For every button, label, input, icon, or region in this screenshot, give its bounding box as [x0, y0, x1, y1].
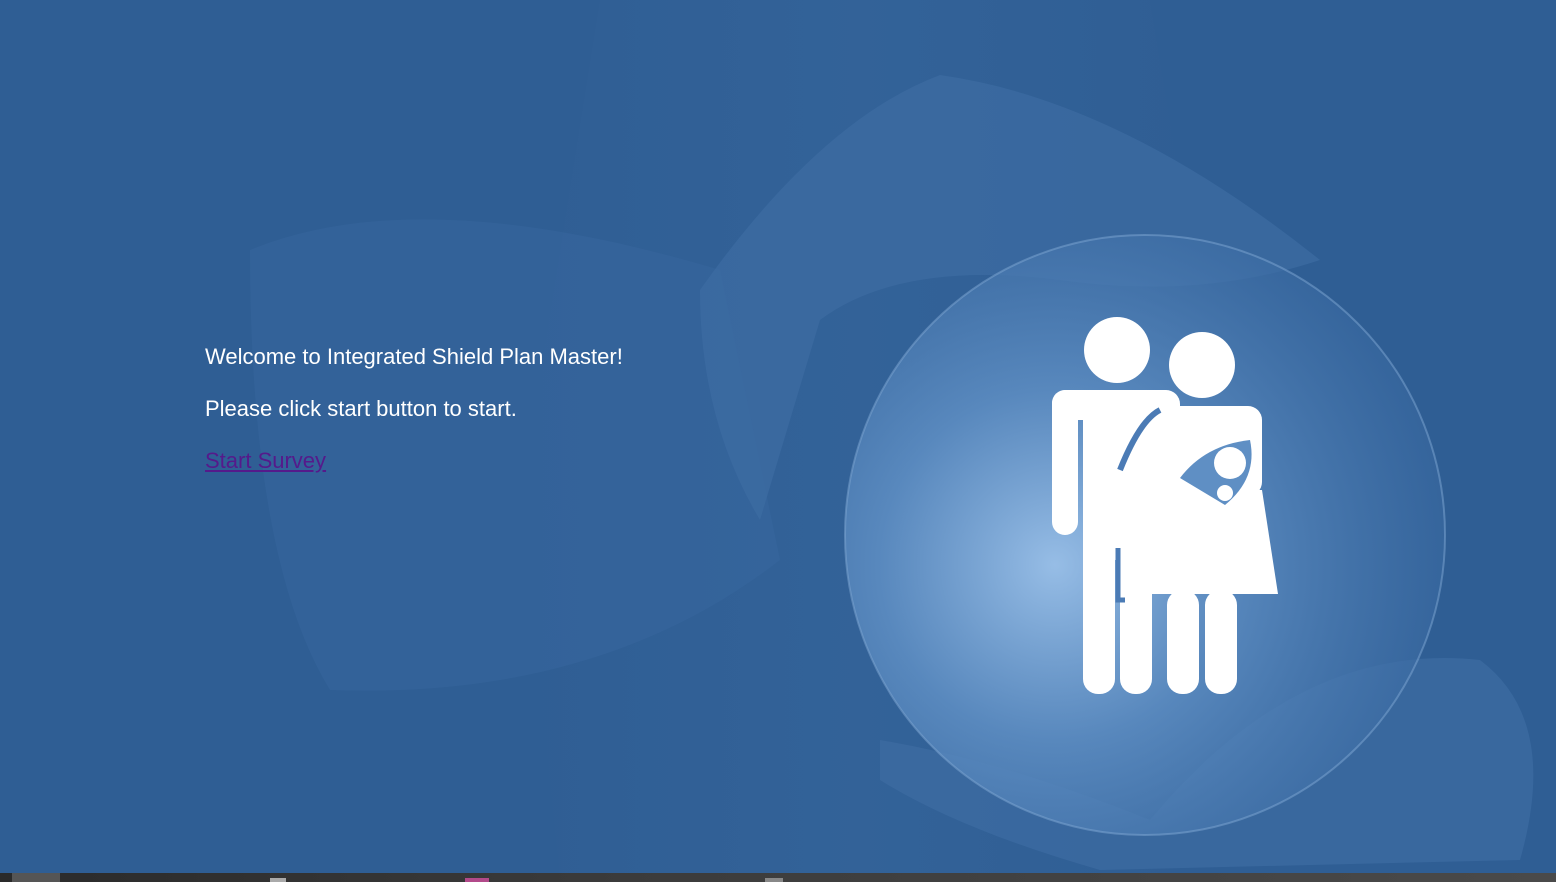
- intro-panel: Welcome to Integrated Shield Plan Master…: [205, 340, 623, 478]
- taskbar-item[interactable]: [465, 878, 489, 882]
- welcome-heading: Welcome to Integrated Shield Plan Master…: [205, 344, 623, 369]
- welcome-page: Welcome to Integrated Shield Plan Master…: [0, 0, 1556, 882]
- taskbar-item[interactable]: [270, 878, 286, 882]
- instruction-text: Please click start button to start.: [205, 396, 517, 421]
- taskbar-strip: [0, 873, 1556, 882]
- start-survey-link[interactable]: Start Survey: [205, 444, 326, 478]
- taskbar-item[interactable]: [765, 878, 783, 882]
- taskbar-start-tab[interactable]: [12, 873, 60, 882]
